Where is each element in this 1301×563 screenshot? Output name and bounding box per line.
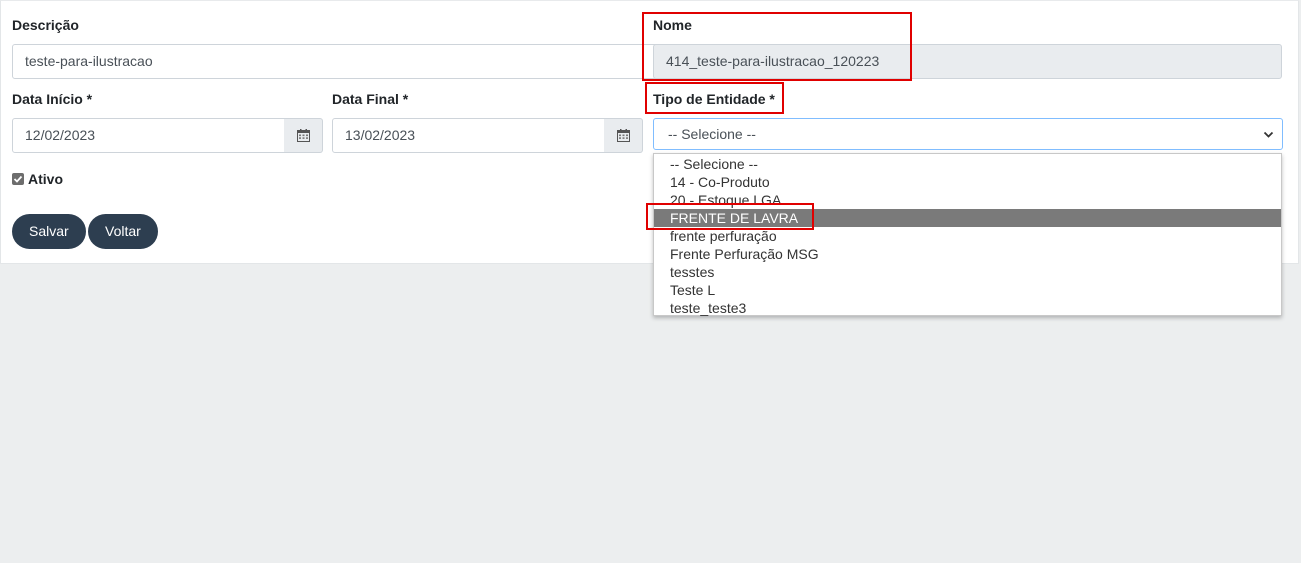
data-final-label: Data Final * bbox=[332, 91, 409, 107]
dropdown-option[interactable]: Frente Perfuração MSG bbox=[654, 245, 1281, 263]
chevron-down-icon bbox=[1263, 131, 1274, 138]
tipo-entidade-select[interactable]: -- Selecione -- bbox=[653, 118, 1283, 150]
ativo-checkbox[interactable] bbox=[12, 173, 24, 185]
annotation-box-frente-de-lavra bbox=[646, 203, 814, 230]
dropdown-option[interactable]: Teste L bbox=[654, 281, 1281, 299]
data-final-calendar-button[interactable] bbox=[604, 118, 643, 153]
tipo-entidade-selected-value: -- Selecione -- bbox=[668, 126, 756, 142]
save-button[interactable]: Salvar bbox=[12, 214, 86, 249]
dropdown-option[interactable]: teste_teste3 bbox=[654, 299, 1281, 317]
annotation-box-tipo-entidade bbox=[645, 82, 784, 114]
data-final-input[interactable]: 13/02/2023 bbox=[332, 118, 605, 153]
dropdown-option[interactable]: tesstes bbox=[654, 263, 1281, 281]
calendar-icon bbox=[296, 129, 310, 142]
tipo-entidade-dropdown-list: -- Selecione -- 14 - Co-Produto 20 - Est… bbox=[653, 153, 1282, 316]
ativo-checkbox-row[interactable]: Ativo bbox=[12, 171, 63, 187]
data-inicio-calendar-button[interactable] bbox=[284, 118, 323, 153]
back-button[interactable]: Voltar bbox=[88, 214, 158, 249]
calendar-icon bbox=[616, 129, 630, 142]
descricao-label: Descrição bbox=[12, 17, 79, 33]
ativo-label: Ativo bbox=[28, 171, 63, 187]
annotation-box-nome bbox=[642, 12, 912, 81]
dropdown-option[interactable]: -- Selecione -- bbox=[654, 155, 1281, 173]
descricao-input[interactable]: teste-para-ilustracao bbox=[12, 44, 662, 79]
data-inicio-input[interactable]: 12/02/2023 bbox=[12, 118, 285, 153]
data-inicio-label: Data Início * bbox=[12, 91, 93, 107]
dropdown-option[interactable]: 14 - Co-Produto bbox=[654, 173, 1281, 191]
check-icon bbox=[13, 175, 23, 183]
